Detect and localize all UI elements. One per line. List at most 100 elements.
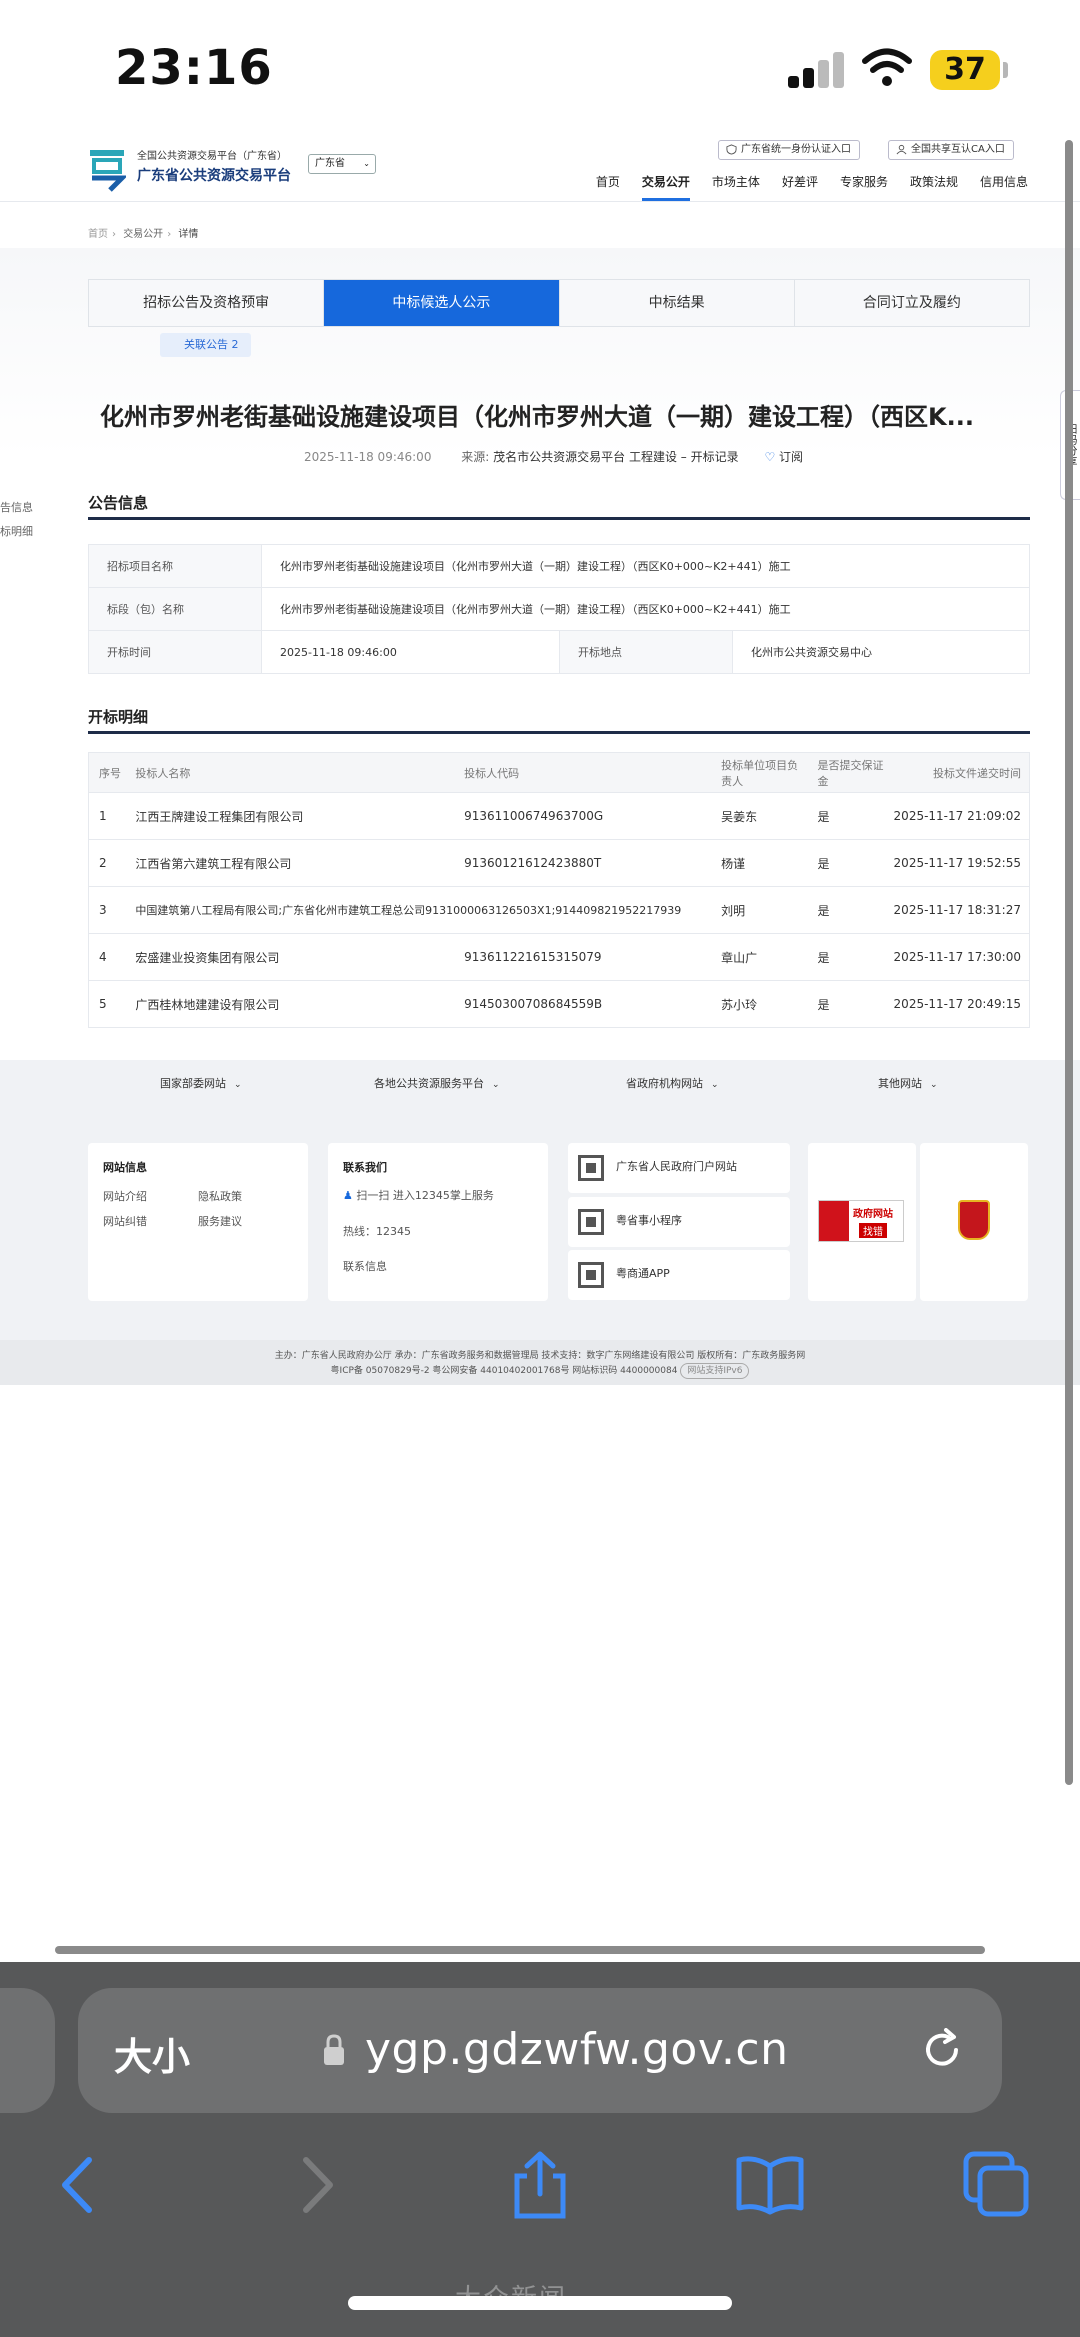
horizontal-scrollbar[interactable] [55, 1946, 985, 1954]
main-nav: 首页 交易公开 市场主体 好差评 专家服务 政策法规 信用信息 [574, 172, 1028, 201]
col-header: 投标人代码 [454, 752, 712, 793]
battery-tip [1003, 62, 1008, 78]
footer-link-provincial[interactable]: 省政府机构网站 ⌄ [626, 1075, 719, 1091]
subscribe-button[interactable]: ♡ 订阅 [764, 450, 803, 464]
bookmarks-icon[interactable] [735, 2150, 805, 2220]
cell-code: 91360121612423880T [454, 839, 712, 887]
cell-pm: 苏小玲 [711, 980, 808, 1028]
forward-icon[interactable] [280, 2150, 350, 2220]
suggestion-link[interactable]: 服务建议 [198, 1213, 242, 1229]
tab-contract[interactable]: 合同订立及履约 [795, 280, 1029, 326]
anchor-notice-info[interactable]: 告信息 [0, 496, 33, 520]
footer-link-local-platforms[interactable]: 各地公共资源服务平台 ⌄ [374, 1075, 500, 1091]
chevron-down-icon: ⌄ [363, 159, 370, 168]
nav-transactions[interactable]: 交易公开 [641, 172, 690, 201]
opening-detail-table: 序号 投标人名称 投标人代码 投标单位项目负责人 是否提交保证金 投标文件递交时… [88, 752, 1030, 1028]
ca-entry-link[interactable]: 全国共享互认CA入口 [888, 140, 1014, 160]
wifi-icon [862, 48, 912, 86]
party-org-badge-icon[interactable] [958, 1200, 990, 1240]
home-indicator[interactable] [348, 2296, 732, 2310]
footer-link-label: 省政府机构网站 [626, 1077, 703, 1090]
share-icon[interactable] [505, 2150, 575, 2220]
nav-rating[interactable]: 好差评 [782, 172, 818, 192]
vertical-scrollbar[interactable] [1065, 140, 1073, 1785]
site-info-card: 网站信息 网站介绍 隐私政策 网站纠错 服务建议 [88, 1143, 308, 1301]
cell-no: 3 [88, 886, 126, 934]
table-row: 招标项目名称 化州市罗州老街基础设施建设项目（化州市罗州大道（一期）建设工程）（… [88, 544, 1030, 588]
info-key: 招标项目名称 [88, 544, 262, 588]
text-size-button[interactable]: 大小 [114, 2026, 190, 2081]
col-header: 投标单位项目负责人 [711, 752, 808, 793]
scan-hotline-link[interactable]: ♟ 扫一扫 进入12345掌上服务 [343, 1187, 494, 1203]
nav-expert-service[interactable]: 专家服务 [840, 172, 888, 192]
back-icon[interactable] [45, 2150, 115, 2220]
previous-tab-edge[interactable] [0, 1988, 55, 2113]
nav-policies[interactable]: 政策法规 [910, 172, 958, 192]
qr-yueshangtong[interactable]: 粤商通APP [568, 1250, 790, 1300]
cell-code: 913611221615315079 [454, 933, 712, 981]
privacy-link[interactable]: 隐私政策 [198, 1188, 242, 1204]
contact-title: 联系我们 [343, 1161, 387, 1174]
info-key: 标段（包）名称 [88, 587, 262, 631]
cell-no: 4 [88, 933, 126, 981]
gov-website-error-badge[interactable]: 政府网站 找错 [818, 1200, 904, 1242]
address-bar[interactable]: 大小 ygp.gdzwfw.gov.cn [78, 1988, 1002, 2113]
chevron-down-icon: ⌄ [711, 1080, 719, 1090]
error-report-link[interactable]: 网站纠错 [103, 1213, 147, 1229]
unified-identity-link[interactable]: 广东省统一身份认证入口 [718, 140, 860, 160]
qr-yueshengshi[interactable]: 粤省事小程序 [568, 1197, 790, 1247]
related-notice-badge[interactable]: 关联公告 2 [160, 333, 251, 357]
cell-bidder-and-code: 中国建筑第八工程局有限公司;广东省化州市建筑工程总公司9131000063126… [125, 886, 712, 934]
col-header: 序号 [88, 752, 126, 793]
qr-gov-portal[interactable]: 广东省人民政府门户网站 [568, 1143, 790, 1193]
cell-time: 2025-11-17 18:31:27 [883, 886, 1030, 934]
table-row: 开标时间 2025-11-18 09:46:00 开标地点 化州市公共资源交易中… [88, 630, 1030, 674]
table-row: 1 江西王牌建设工程集团有限公司 91361100674963700G 吴姜东 … [88, 792, 1030, 840]
footer-link-label: 国家部委网站 [160, 1077, 226, 1090]
logo-title[interactable]: 广东省公共资源交易平台 [137, 165, 291, 185]
site-intro-link[interactable]: 网站介绍 [103, 1188, 147, 1204]
status-bar: 23:16 37 [0, 0, 1080, 140]
cell-no: 2 [88, 839, 126, 887]
ipv6-badge: 网站支持IPv6 [680, 1363, 750, 1379]
side-anchor-menu: 告信息 标明细 [0, 496, 33, 544]
region-select[interactable]: 广东省 ⌄ [308, 154, 376, 174]
footer-link-other[interactable]: 其他网站 ⌄ [878, 1075, 938, 1091]
logo-subtitle: 全国公共资源交易平台（广东省） [137, 151, 287, 162]
chevron-down-icon: ⌄ [492, 1080, 500, 1090]
anchor-opening-detail[interactable]: 标明细 [0, 520, 33, 544]
table-header-row: 序号 投标人名称 投标人代码 投标单位项目负责人 是否提交保证金 投标文件递交时… [88, 752, 1030, 793]
breadcrumb-home[interactable]: 首页 [88, 229, 108, 240]
nav-home[interactable]: 首页 [596, 172, 620, 192]
tabs-icon[interactable] [962, 2150, 1032, 2220]
info-value: 2025-11-18 09:46:00 [261, 630, 560, 674]
heart-icon: ♡ [764, 450, 776, 464]
qr-label: 粤商通APP [616, 1267, 670, 1280]
contact-card: 联系我们 ♟ 扫一扫 进入12345掌上服务 热线：12345 联系信息 [328, 1143, 548, 1301]
cell-bidder: 中国建筑第八工程局有限公司;广东省化州市建筑工程总公司 [135, 904, 426, 917]
tab-award-result[interactable]: 中标结果 [560, 280, 795, 326]
breadcrumb-transactions[interactable]: 交易公开 [123, 229, 163, 240]
nav-credit[interactable]: 信用信息 [980, 172, 1028, 192]
contact-info-link[interactable]: 联系信息 [343, 1258, 387, 1274]
cell-deposit: 是 [807, 980, 884, 1028]
footer-link-ministries[interactable]: 国家部委网站 ⌄ [160, 1075, 242, 1091]
col-header: 投标文件递交时间 [883, 752, 1030, 793]
info-key: 开标时间 [88, 630, 262, 674]
notice-info-table: 招标项目名称 化州市罗州老街基础设施建设项目（化州市罗州大道（一期）建设工程）（… [88, 544, 1030, 674]
lock-icon [324, 2034, 344, 2065]
tab-candidate-notice[interactable]: 中标候选人公示 [324, 280, 560, 326]
tab-tender-notice[interactable]: 招标公告及资格预审 [89, 280, 325, 326]
cell-pm: 章山广 [711, 933, 808, 981]
copyright-bar: 主办：广东省人民政府办公厅 承办：广东省政务服务和数据管理局 技术支持：数字广东… [0, 1340, 1080, 1385]
web-page: 全国公共资源交易平台（广东省） 广东省公共资源交易平台 广东省 ⌄ 广东省统一身份… [0, 140, 1080, 1390]
breadcrumb-separator: › [112, 229, 116, 240]
site-logo-icon[interactable] [88, 144, 126, 192]
cellular-signal-icon [788, 52, 848, 88]
reload-icon[interactable] [920, 2028, 964, 2072]
cell-code: 91450300708684559B [454, 980, 712, 1028]
info-value: 化州市罗州老街基础设施建设项目（化州市罗州大道（一期）建设工程）（西区K0+00… [261, 587, 1030, 631]
nav-market-entities[interactable]: 市场主体 [712, 172, 760, 192]
table-row: 标段（包）名称 化州市罗州老街基础设施建设项目（化州市罗州大道（一期）建设工程）… [88, 587, 1030, 631]
breadcrumb-separator: › [167, 229, 172, 240]
